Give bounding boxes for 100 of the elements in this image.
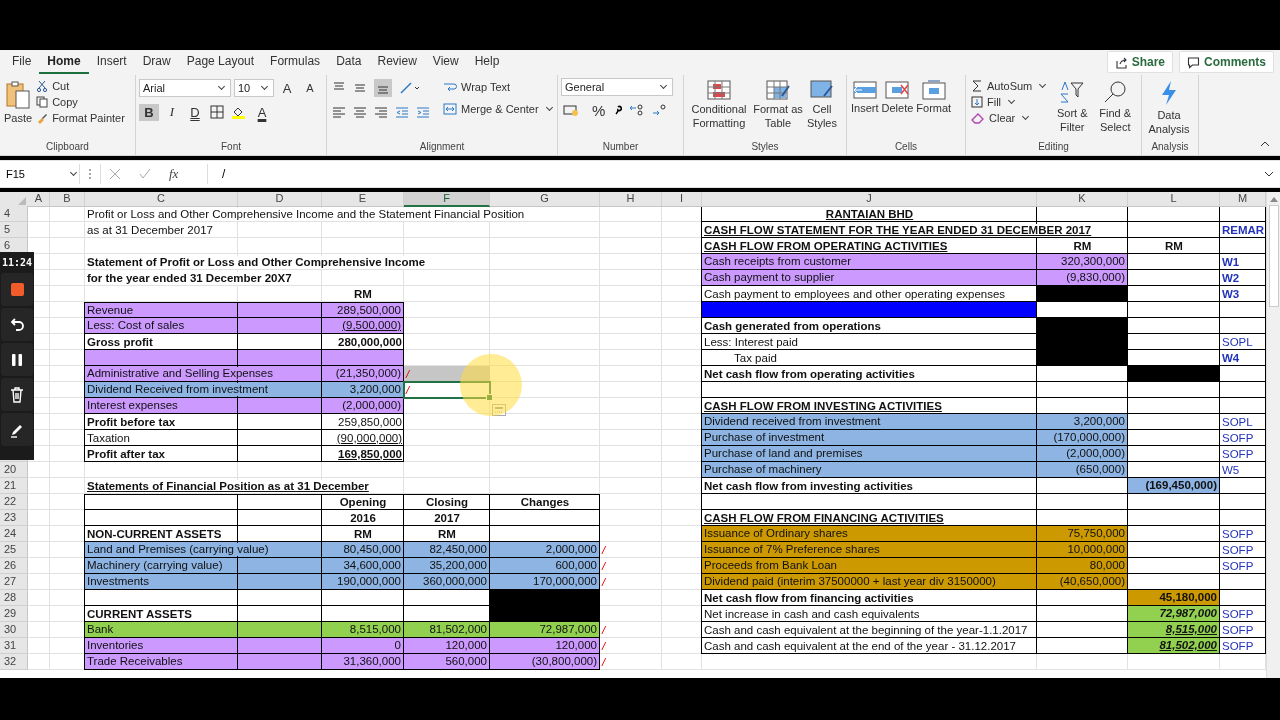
cell-text: Dividend Received from investment (85, 383, 270, 396)
fill-button[interactable]: Fill (969, 94, 1051, 110)
copy-button[interactable]: Copy (34, 94, 127, 110)
ribbon-tab[interactable]: Data (328, 50, 370, 74)
ribbon-tab[interactable]: Page Layout (178, 50, 263, 74)
row-header[interactable]: 22 (0, 494, 28, 510)
conditional-formatting-button[interactable]: Conditional Formatting (687, 78, 751, 133)
row-header[interactable]: 31 (0, 638, 28, 654)
sort-filter-button[interactable]: Sort & Filter (1051, 78, 1094, 137)
ribbon-tab[interactable]: Formulas (262, 50, 329, 74)
remark-text: REMAR (1221, 223, 1266, 237)
clipboard-icon (5, 80, 32, 110)
number-format-field[interactable]: General (561, 78, 673, 96)
row-header[interactable]: 24 (0, 526, 28, 542)
cell-text: Investments (85, 575, 151, 588)
percent-button[interactable]: % (588, 100, 610, 120)
share-button[interactable]: Share (1106, 51, 1173, 73)
fill-handle[interactable] (486, 394, 493, 401)
cell-text: Profit or Loss and Other Comprehensive Income and the Statement Financial Position (85, 207, 527, 221)
insert-function-button[interactable]: fx (169, 166, 179, 182)
font-color-button[interactable]: A (252, 103, 272, 121)
cell-text: NON-CURRENT ASSETS (85, 527, 224, 541)
format-button[interactable]: Format (915, 78, 953, 116)
expand-icon[interactable] (1264, 171, 1274, 177)
stop-button[interactable] (1, 273, 33, 306)
cell-value: 10,000,000 (1066, 543, 1126, 556)
column-heading: Opening (338, 495, 388, 509)
comments-button[interactable]: Comments (1179, 51, 1274, 73)
cell-value: 560,000 (444, 655, 488, 668)
ribbon-tab[interactable]: View (424, 50, 467, 74)
lightning-icon (1159, 80, 1179, 106)
check-icon[interactable] (139, 168, 151, 180)
quick-analysis-icon[interactable] (492, 404, 506, 416)
ribbon-tab[interactable]: Insert (88, 50, 135, 74)
cancel-icon[interactable] (109, 168, 121, 180)
cell-value: 75,750,000 (1066, 527, 1126, 540)
undo-button[interactable] (1, 308, 33, 341)
cell-text: Cash receipts from customer (702, 255, 853, 268)
cell-value: 3,200,000 (1072, 415, 1126, 428)
row-header[interactable]: 20 (0, 462, 28, 478)
row-header[interactable]: 25 (0, 542, 28, 558)
clear-button[interactable]: Clear (969, 110, 1051, 126)
bold-button[interactable]: B (139, 103, 159, 121)
delete-button[interactable]: Delete (880, 78, 915, 116)
delete-recording-button[interactable] (1, 378, 33, 411)
cell-text: Cash generated from operations (702, 319, 883, 333)
cell-text: Purchase of investment (702, 431, 827, 444)
row-header[interactable]: 30 (0, 622, 28, 638)
collapse-ribbon-icon[interactable] (1260, 141, 1270, 147)
row-header[interactable]: 5 (0, 222, 28, 238)
eraser-icon (971, 112, 985, 124)
row-header[interactable]: 28 (0, 590, 28, 606)
formula-field[interactable]: / (216, 167, 1256, 181)
row-header[interactable]: 29 (0, 606, 28, 622)
cut-button[interactable]: Cut (34, 78, 127, 94)
cell-styles-button[interactable]: Cell Styles (805, 78, 839, 133)
group-label: Clipboard (46, 141, 89, 154)
format-painter-button[interactable]: Format Painter (34, 110, 127, 126)
cell-value: (170,000,000) (1052, 431, 1126, 444)
row-header[interactable]: 21 (0, 478, 28, 494)
ribbon-tab[interactable]: File (4, 50, 40, 74)
align-center-icon (353, 105, 367, 119)
cell-text: Interest expenses (85, 399, 180, 412)
shrink-font-button[interactable]: A (300, 81, 320, 95)
wrap-text-button[interactable]: Wrap Text (441, 78, 557, 96)
vertical-scrollbar[interactable] (1266, 192, 1280, 678)
align-bottom-icon[interactable] (374, 79, 392, 97)
autosum-button[interactable]: AutoSum (969, 78, 1051, 94)
row-header[interactable]: 32 (0, 654, 28, 670)
insert-button[interactable]: Insert (850, 78, 880, 116)
font-name-field[interactable]: Arial (139, 79, 231, 97)
ribbon-tab[interactable]: Help (466, 50, 508, 74)
cell-text: Net increase in cash and cash equivalents (702, 607, 922, 621)
find-select-button[interactable]: Find & Select (1094, 78, 1137, 137)
tick-mark: / (600, 559, 607, 573)
format-as-table-button[interactable]: Format as Table (752, 78, 804, 133)
row-header[interactable]: 26 (0, 558, 28, 574)
ribbon-tab[interactable]: Draw (134, 50, 179, 74)
pen-button[interactable] (1, 413, 33, 446)
row-header[interactable]: 4 (0, 206, 28, 222)
paste-button[interactable]: Paste (3, 78, 34, 126)
scroll-up-icon[interactable] (1269, 196, 1278, 202)
ribbon-tab[interactable]: Review (369, 50, 425, 74)
column-heading: RM (1164, 239, 1184, 253)
grow-font-button[interactable]: A (277, 79, 297, 97)
name-box[interactable]: F15 (0, 164, 80, 184)
data-analysis-button[interactable]: Data Analysis (1145, 78, 1193, 139)
row-header[interactable]: 23 (0, 510, 28, 526)
align-left-icon (332, 105, 346, 119)
font-size-field[interactable]: 10 (234, 79, 274, 97)
ribbon-tab[interactable]: Home (39, 50, 89, 74)
copy-icon (36, 96, 49, 108)
scroll-thumb[interactable] (1268, 205, 1279, 307)
merge-center-button[interactable]: Merge & Center (441, 100, 557, 118)
pause-button[interactable] (1, 343, 33, 376)
column-heading: Closing (424, 495, 470, 509)
underline-button[interactable]: D (185, 103, 205, 121)
row-header[interactable]: 27 (0, 574, 28, 590)
column-header[interactable]: F (404, 192, 490, 207)
italic-button[interactable]: I (162, 103, 182, 121)
